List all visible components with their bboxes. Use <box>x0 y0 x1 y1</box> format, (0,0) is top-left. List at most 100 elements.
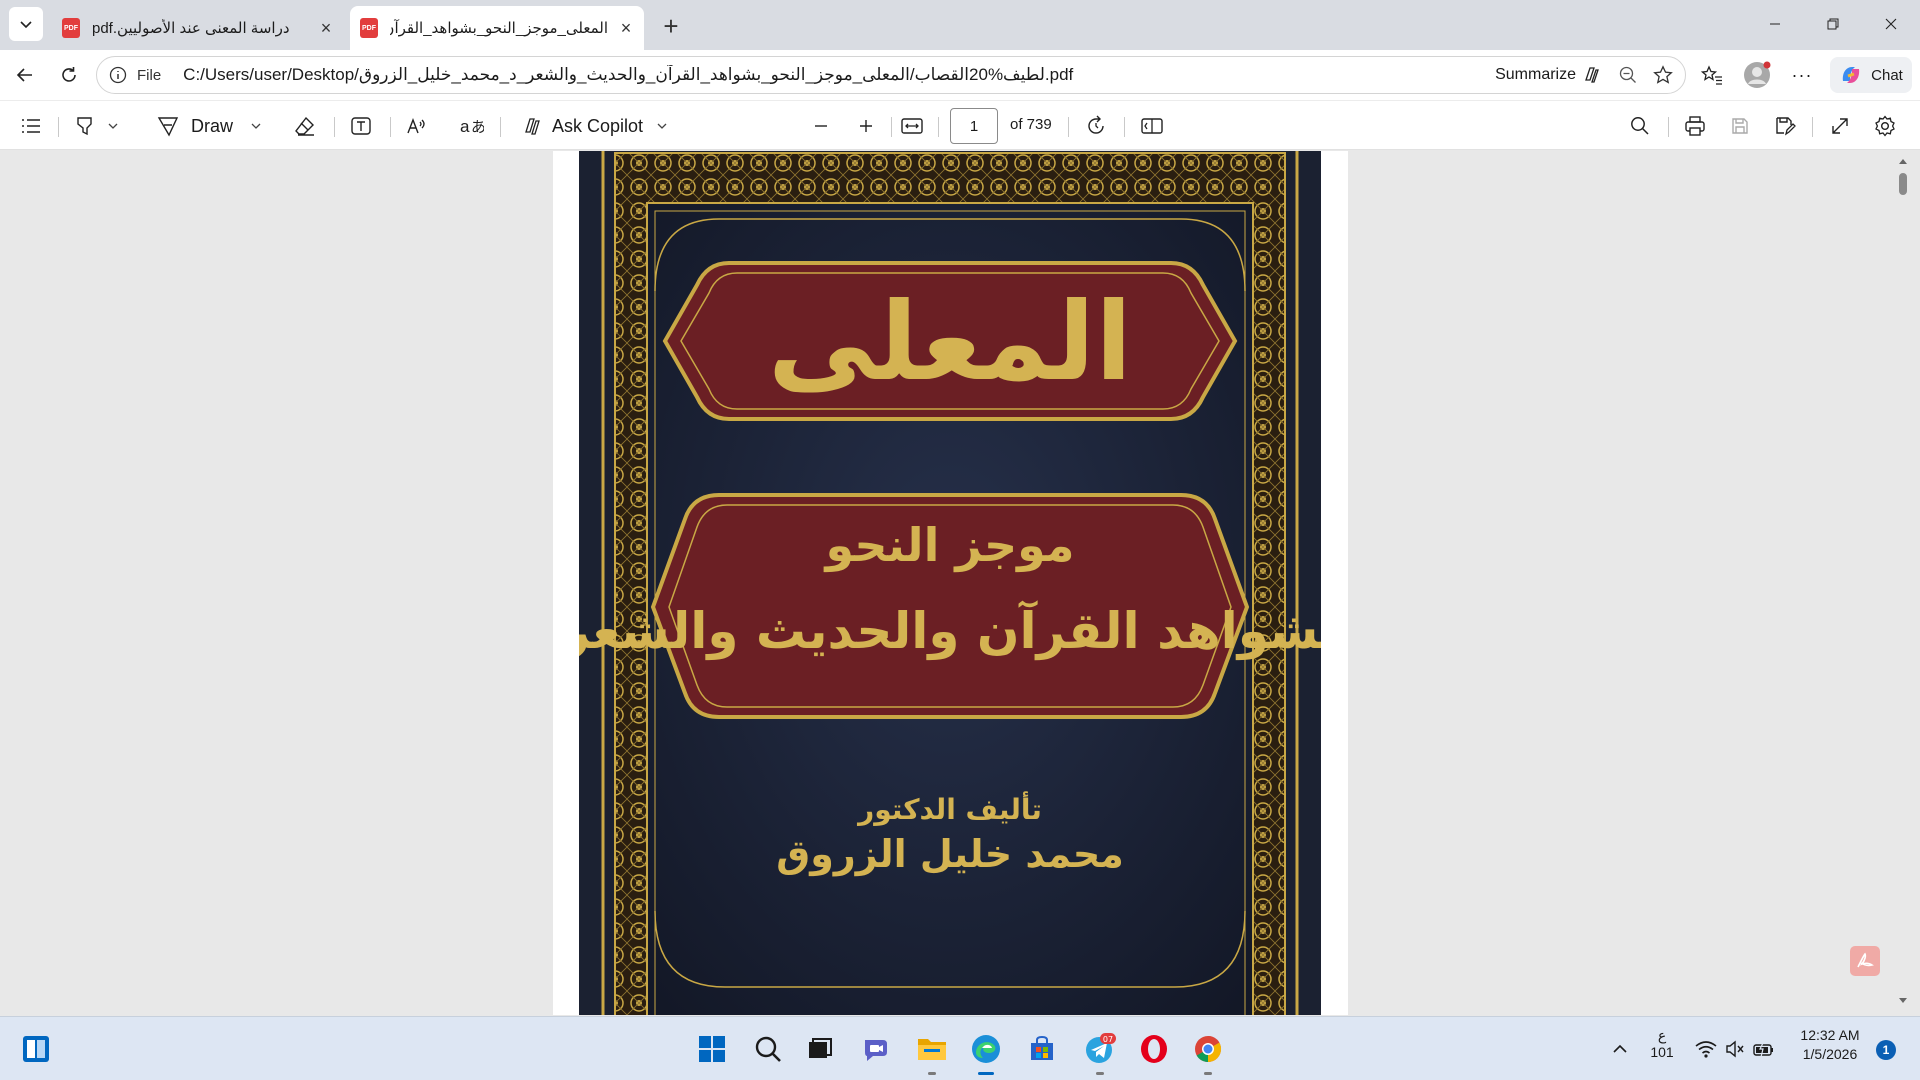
task-view-icon <box>809 1038 832 1058</box>
fit-to-width-button[interactable] <box>900 111 924 141</box>
rotate-icon <box>1088 115 1104 134</box>
divider <box>1124 117 1125 137</box>
task-view-button[interactable] <box>800 1029 840 1069</box>
new-tab-button[interactable]: + <box>656 11 686 41</box>
telegram-button[interactable]: 07 <box>1080 1029 1120 1075</box>
meet-button[interactable] <box>856 1029 896 1069</box>
chevron-down-icon[interactable] <box>108 121 118 131</box>
opera-icon <box>1141 1035 1167 1063</box>
chrome-button[interactable] <box>1188 1029 1228 1075</box>
address-bar[interactable]: File C:/Users/user/Desktop/لطيف%20القصاب… <box>96 56 1686 94</box>
save-as-button[interactable] <box>1774 111 1796 141</box>
rotate-button[interactable] <box>1085 111 1107 141</box>
opera-button[interactable] <box>1134 1029 1174 1069</box>
draw-label: Draw <box>191 115 234 136</box>
tab-inactive[interactable]: PDF دراسة المعنى عند الأصوليين.pdf × <box>52 6 344 50</box>
zoom-out-button[interactable] <box>812 111 830 141</box>
chevron-down-icon[interactable] <box>251 121 261 131</box>
close-icon[interactable]: × <box>318 18 334 38</box>
add-text-button[interactable] <box>350 111 372 141</box>
zoom-in-button[interactable] <box>857 111 875 141</box>
book-cover-art: المعلى موجز النحو بشواهد القرآن والحديث … <box>579 151 1321 1015</box>
vertical-scrollbar[interactable] <box>1894 151 1912 1015</box>
settings-button[interactable] <box>1874 111 1896 141</box>
scroll-up-icon[interactable] <box>1898 157 1908 165</box>
chevron-down-icon[interactable] <box>657 121 667 131</box>
find-button[interactable] <box>1630 111 1650 141</box>
info-icon[interactable] <box>107 66 129 84</box>
erase-button[interactable] <box>294 111 316 141</box>
video-chat-icon <box>865 1040 887 1061</box>
close-window-button[interactable] <box>1862 0 1920 48</box>
wifi-icon <box>1695 1041 1717 1058</box>
close-icon[interactable]: × <box>618 18 634 38</box>
show-hidden-icons-button[interactable] <box>1600 1029 1640 1069</box>
scroll-thumb[interactable] <box>1899 173 1907 195</box>
edge-button[interactable] <box>966 1029 1006 1075</box>
document-viewport[interactable]: المعلى موجز النحو بشواهد القرآن والحديث … <box>0 151 1920 1015</box>
favorites-button[interactable] <box>1697 60 1727 90</box>
quick-settings-button[interactable] <box>1690 1029 1780 1069</box>
tab-active[interactable]: PDF المعلى_موجز_النحو_بشواهد_القرآن_والح… <box>350 6 644 50</box>
running-indicator <box>928 1072 936 1075</box>
refresh-button[interactable] <box>54 60 84 90</box>
back-button[interactable] <box>10 60 40 90</box>
widgets-button[interactable] <box>16 1029 56 1069</box>
tab-title: دراسة المعنى عند الأصوليين.pdf <box>92 20 290 37</box>
ask-copilot-button[interactable]: Ask Copilot <box>520 111 667 141</box>
summarize-label: Summarize <box>1495 66 1576 83</box>
search-icon <box>755 1036 781 1062</box>
contents-button[interactable] <box>20 111 42 141</box>
page-number-input[interactable]: 1 <box>950 108 998 144</box>
divider <box>390 117 391 137</box>
save-button[interactable] <box>1730 111 1750 141</box>
read-aloud-button[interactable] <box>406 111 428 141</box>
svg-text:a: a <box>460 117 470 136</box>
keyboard-sub: 101 <box>1650 1044 1674 1060</box>
url-text[interactable]: C:/Users/user/Desktop/لطيف%20القصاب/المع… <box>183 65 1323 85</box>
start-button[interactable] <box>692 1029 732 1069</box>
list-icon <box>22 119 40 133</box>
full-screen-button[interactable] <box>1830 111 1850 141</box>
widgets-icon <box>23 1036 49 1062</box>
cover-author-name: محمد خليل الزروق <box>776 832 1124 877</box>
divider <box>334 117 335 137</box>
translate-icon: aあ <box>460 117 484 136</box>
acrobat-extension-button[interactable] <box>1850 946 1880 976</box>
copilot-chat-button[interactable]: Chat <box>1830 57 1912 93</box>
search-button[interactable] <box>748 1029 788 1069</box>
draw-button[interactable]: Draw <box>157 111 261 141</box>
more-icon[interactable]: ··· <box>1785 60 1819 90</box>
clock-time: 12:32 AM <box>1800 1027 1860 1043</box>
notification-badge[interactable]: 1 <box>1876 1040 1896 1060</box>
clock[interactable]: 12:32 AM 1/5/2026 <box>1790 1027 1870 1062</box>
print-button[interactable] <box>1684 111 1706 141</box>
divider <box>1068 117 1069 137</box>
summarize-button[interactable]: Summarize <box>1495 65 1601 85</box>
cover-title: المعلى <box>768 280 1132 405</box>
highlight-button[interactable] <box>74 111 118 141</box>
zoom-out-icon[interactable] <box>1619 66 1637 89</box>
scroll-down-icon[interactable] <box>1898 997 1908 1005</box>
restore-icon <box>1827 18 1839 30</box>
pdf-icon: PDF <box>62 18 80 38</box>
book-cover-image: المعلى موجز النحو بشواهد القرآن والحديث … <box>579 151 1321 1015</box>
cover-subtitle-line2: بشواهد القرآن والحديث والشعر <box>579 600 1321 661</box>
acrobat-icon <box>1857 952 1874 968</box>
profile-button[interactable] <box>1740 60 1774 90</box>
page-view-button[interactable] <box>1140 111 1164 141</box>
pdf-icon: PDF <box>360 18 378 38</box>
chat-label: Chat <box>1871 66 1903 84</box>
running-indicator <box>1096 1072 1104 1075</box>
expand-icon <box>1832 118 1848 134</box>
file-explorer-button[interactable] <box>912 1029 952 1075</box>
star-icon[interactable] <box>1653 65 1673 90</box>
minimize-button[interactable] <box>1746 0 1804 48</box>
keyboard-layout[interactable]: ع 101 <box>1648 1027 1676 1060</box>
cover-author-prefix: تأليف الدكتور <box>856 791 1042 826</box>
keyboard-lang: ع <box>1657 1027 1667 1043</box>
tab-actions-menu-button[interactable] <box>9 7 43 41</box>
store-button[interactable] <box>1022 1029 1062 1069</box>
restore-button[interactable] <box>1804 0 1862 48</box>
translate-button[interactable]: aあ <box>460 111 484 141</box>
